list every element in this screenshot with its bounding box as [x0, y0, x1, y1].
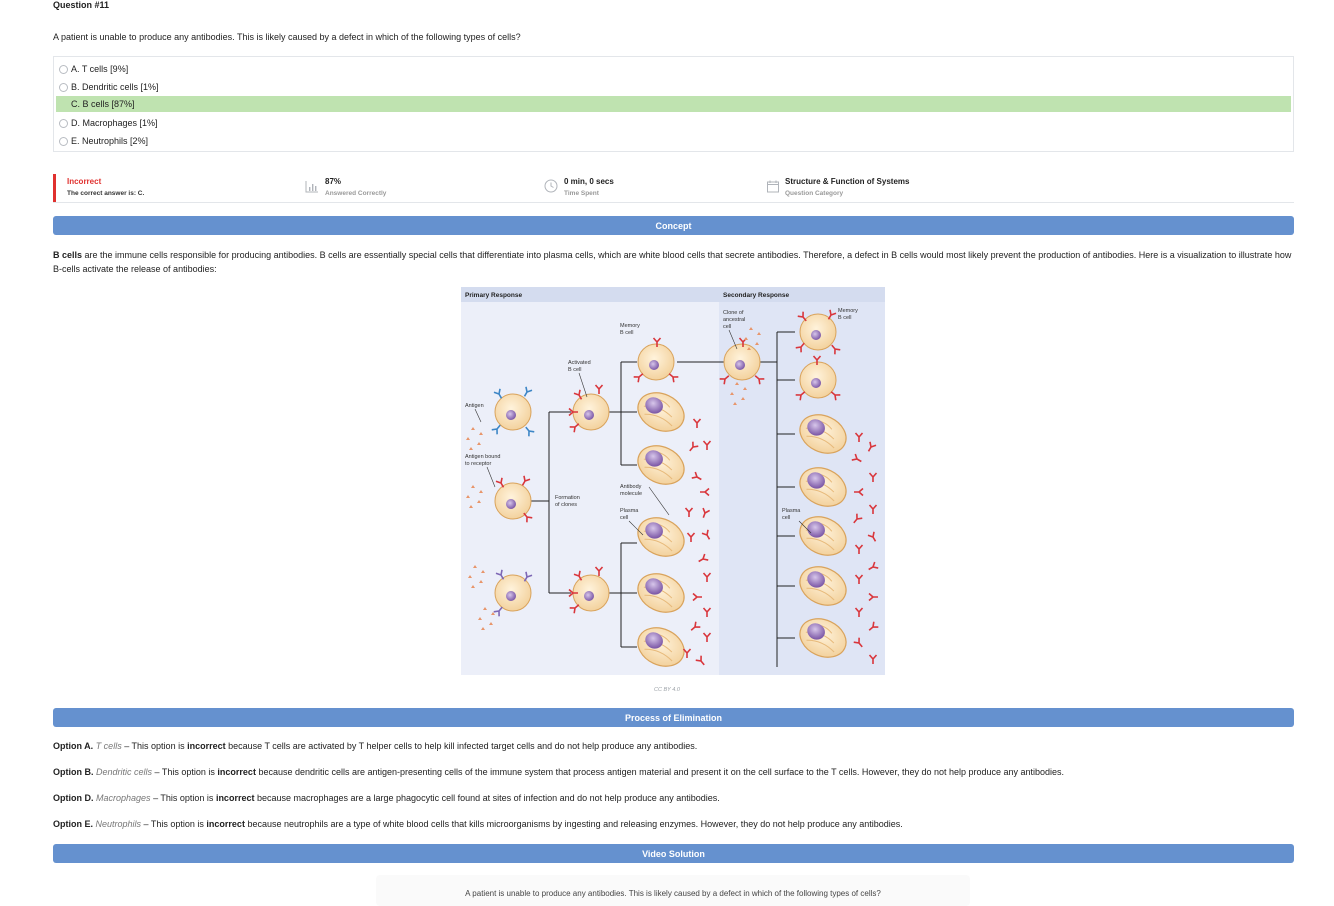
option-verdict: incorrect	[217, 767, 256, 777]
question-stem: A patient is unable to produce any antib…	[53, 32, 521, 42]
percent-correct: 87%	[325, 177, 342, 186]
incorrect-indicator	[53, 174, 56, 202]
label-clone-3: cell	[723, 324, 731, 330]
choice-a[interactable]: A. T cells [9%]	[56, 61, 1291, 77]
option-name: Dendritic cells	[96, 767, 153, 777]
radio-icon[interactable]	[59, 136, 68, 146]
category-label: Question Category	[785, 190, 844, 197]
label-antigen: Antigen	[465, 403, 484, 409]
elimination-option-d: Option D. Macrophages – This option is i…	[53, 793, 720, 803]
clock-icon	[544, 179, 558, 193]
option-pre: – This option is	[152, 767, 218, 777]
option-pre: – This option is	[121, 741, 188, 751]
label-memory-1: Memory	[620, 323, 640, 329]
label-antibody-2: molecule	[620, 491, 642, 497]
label-antigen-bound-1: Antigen bound	[465, 454, 500, 460]
radio-icon[interactable]	[59, 82, 68, 92]
concept-term: B cells	[53, 250, 83, 260]
label-memory-2: B cell	[620, 330, 633, 336]
option-verdict: incorrect	[206, 819, 245, 829]
image-credit: CC BY 4.0	[654, 687, 680, 693]
primary-response-title: Primary Response	[465, 292, 522, 299]
option-name: T cells	[95, 741, 122, 751]
radio-icon[interactable]	[59, 100, 68, 109]
calendar-icon	[767, 180, 779, 193]
label-formation-1: Formation	[555, 495, 580, 501]
option-name: Neutrophils	[95, 819, 142, 829]
elimination-option-b: Option B. Dendritic cells – This option …	[53, 767, 1064, 777]
elimination-option-a: Option A. T cells – This option is incor…	[53, 741, 697, 751]
result-status: Incorrect	[67, 177, 102, 186]
percent-label: Answered Correctly	[325, 190, 387, 197]
choice-e[interactable]: E. Neutrophils [2%]	[56, 133, 1291, 149]
option-explanation: because macrophages are a large phagocyt…	[254, 793, 720, 803]
choice-label: C. B cells [87%]	[71, 99, 135, 109]
label-plasma-2: cell	[620, 515, 628, 521]
choice-label: D. Macrophages [1%]	[71, 118, 158, 128]
label-plasma2-2: cell	[782, 515, 790, 521]
question-category: Structure & Function of Systems	[785, 177, 910, 186]
option-pre: – This option is	[141, 819, 207, 829]
result-stats: Incorrect The correct answer is: C. 87% …	[53, 172, 1294, 203]
concept-header[interactable]: Concept	[53, 216, 1294, 235]
option-pre: – This option is	[150, 793, 216, 803]
label-plasma2-1: Plasma	[782, 508, 801, 514]
option-name: Macrophages	[96, 793, 151, 803]
answer-choices: A. T cells [9%] B. Dendritic cells [1%] …	[53, 56, 1294, 152]
label-antigen-bound-2: to receptor	[465, 461, 491, 467]
option-explanation: because T cells are activated by T helpe…	[225, 741, 698, 751]
video-player[interactable]: A patient is unable to produce any antib…	[376, 875, 970, 906]
time-spent: 0 min, 0 secs	[564, 177, 614, 186]
option-verdict: incorrect	[215, 793, 255, 803]
option-explanation: because dendritic cells are antigen-pres…	[255, 767, 1065, 777]
option-explanation: because neutrophils are a type of white …	[244, 819, 903, 829]
correct-answer-text: The correct answer is: C.	[67, 190, 145, 197]
b-cell-response-diagram: Primary Response Secondary Response Anti…	[461, 287, 885, 675]
option-verdict: incorrect	[187, 741, 226, 751]
radio-icon[interactable]	[59, 64, 68, 74]
option-letter: Option E.	[53, 819, 93, 829]
label-clone-2: ancestral	[723, 317, 745, 323]
label-plasma-1: Plasma	[620, 508, 639, 514]
label-activated-2: B cell	[568, 367, 581, 373]
label-memory2-1: Memory	[838, 308, 858, 314]
concept-body: are the immune cells responsible for pro…	[53, 250, 1292, 274]
choice-label: B. Dendritic cells [1%]	[71, 82, 159, 92]
option-letter: Option A.	[53, 741, 94, 751]
option-letter: Option D.	[53, 793, 94, 803]
video-solution-header[interactable]: Video Solution	[53, 844, 1294, 863]
video-caption: A patient is unable to produce any antib…	[465, 889, 881, 898]
choice-d[interactable]: D. Macrophages [1%]	[56, 115, 1291, 131]
choice-b[interactable]: B. Dendritic cells [1%]	[56, 79, 1291, 95]
question-number: Question #11	[53, 0, 110, 10]
secondary-response-title: Secondary Response	[723, 292, 789, 299]
bar-chart-icon	[305, 181, 318, 193]
elimination-option-e: Option E. Neutrophils – This option is i…	[53, 819, 903, 829]
label-formation-2: of clones	[555, 502, 577, 508]
label-memory2-2: B cell	[838, 315, 851, 321]
concept-text: B cells are the immune cells responsible…	[53, 248, 1293, 276]
label-clone-1: Clone of	[723, 310, 744, 316]
elimination-header[interactable]: Process of Elimination	[53, 708, 1294, 727]
option-letter: Option B.	[53, 767, 94, 777]
label-antibody-1: Antibody	[620, 484, 642, 490]
choice-c[interactable]: C. B cells [87%]	[56, 96, 1291, 112]
choice-label: E. Neutrophils [2%]	[71, 136, 149, 146]
time-label: Time Spent	[564, 190, 599, 197]
radio-icon[interactable]	[59, 118, 68, 128]
choice-label: A. T cells [9%]	[71, 64, 129, 74]
label-activated-1: Activated	[568, 360, 591, 366]
